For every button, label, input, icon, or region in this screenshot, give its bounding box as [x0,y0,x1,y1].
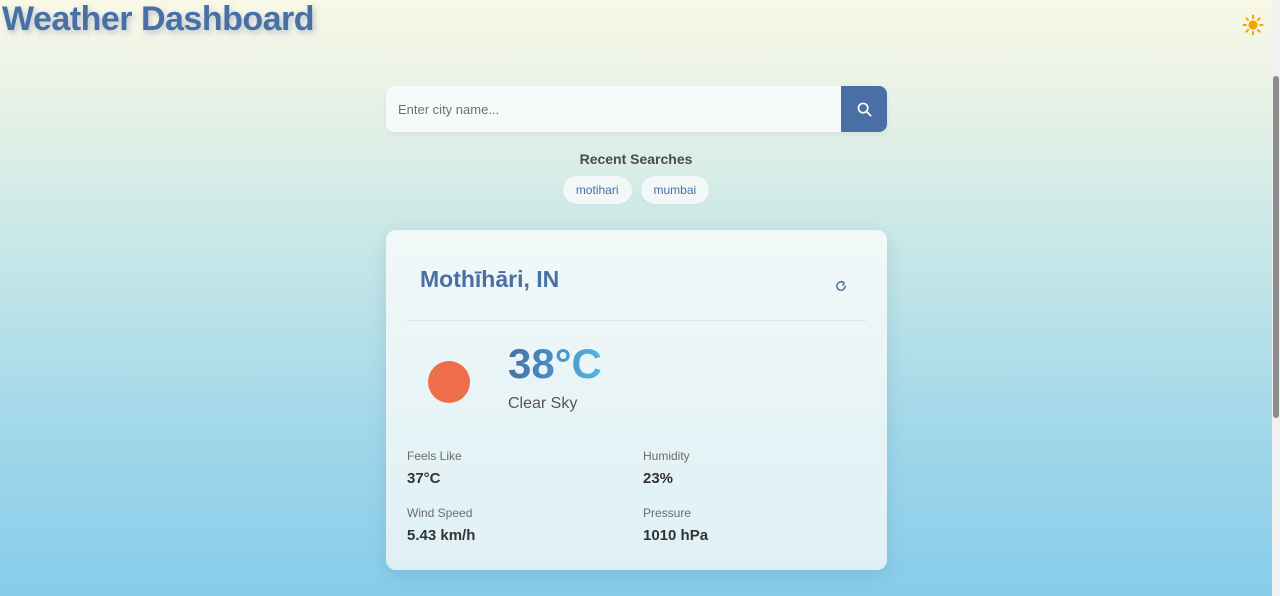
detail-value: 1010 hPa [643,527,709,544]
weather-card: Mothīhāri, IN 38°C Clear Sky Feels Like … [386,230,887,570]
humidity-detail: Humidity 23% [643,449,843,487]
search-input[interactable] [386,86,841,132]
city-name: Mothīhāri, IN [420,266,560,292]
recent-search-item[interactable]: motihari [562,176,632,204]
detail-value: 23% [643,470,674,487]
search-icon [857,102,871,116]
sun-icon [428,361,470,403]
detail-label: Wind Speed [407,506,473,520]
scrollbar-track[interactable] [1272,0,1280,596]
pressure-detail: Pressure 1010 hPa [643,506,843,544]
search-bar [386,86,887,132]
temperature: 38°C [508,340,602,387]
search-button[interactable] [841,86,887,132]
recent-searches-title: Recent Searches [579,151,693,167]
wind-speed-detail: Wind Speed 5.43 km/h [407,506,607,544]
weather-condition: Clear Sky [508,395,578,412]
feels-like-detail: Feels Like 37°C [407,449,607,487]
recent-search-item[interactable]: mumbai [640,176,710,204]
refresh-icon [836,280,846,291]
theme-toggle-button[interactable] [1242,14,1264,36]
detail-label: Pressure [643,506,692,520]
scrollbar-thumb[interactable] [1273,76,1279,418]
refresh-button[interactable] [833,278,849,294]
detail-label: Humidity [643,449,690,463]
detail-label: Feels Like [407,449,462,463]
page-title: Weather Dashboard [2,0,315,38]
detail-value: 5.43 km/h [407,527,476,544]
sun-icon [1242,14,1264,36]
card-divider [407,320,866,321]
recent-searches-list: motihari mumbai [0,176,1272,204]
detail-value: 37°C [407,470,441,487]
